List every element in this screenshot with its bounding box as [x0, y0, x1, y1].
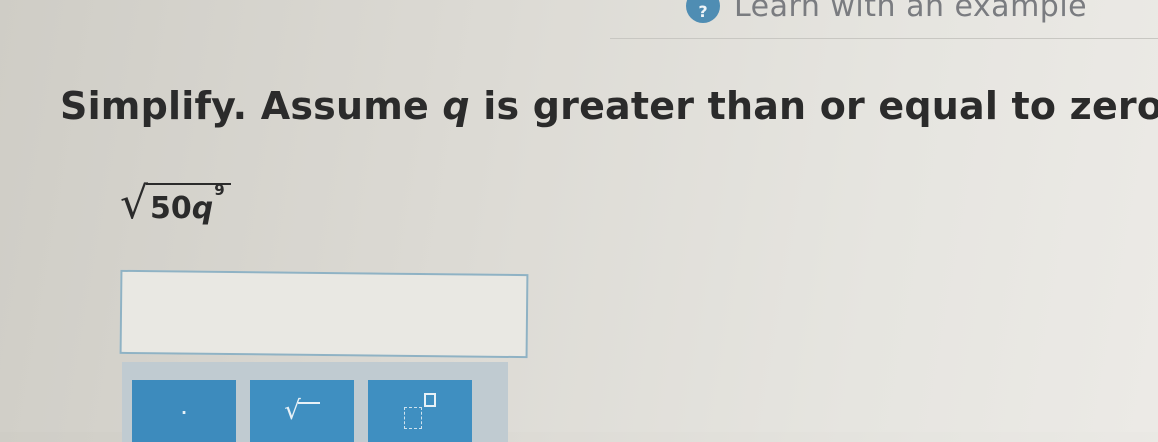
help-icon: ?: [686, 0, 720, 23]
radicand-coefficient: 50: [150, 191, 192, 226]
math-toolbar: · √: [122, 362, 508, 442]
radicand-exponent: 9: [214, 181, 225, 199]
radicand-base: q: [191, 191, 214, 226]
header-divider: [610, 38, 1158, 39]
multiply-dot-button[interactable]: ·: [132, 380, 236, 442]
radical-sign: √: [120, 178, 149, 229]
sqrt-icon: √: [284, 396, 320, 426]
exponent-icon: [398, 393, 442, 429]
prompt-variable: q: [442, 84, 470, 128]
radical-expression: √ 50 q 9: [120, 166, 231, 226]
learn-example-text: Learn with an example: [734, 0, 1088, 24]
answer-input[interactable]: [119, 269, 529, 359]
exponent-button[interactable]: [368, 380, 472, 442]
problem-prompt: Simplify. Assume q is greater than or eq…: [60, 84, 1158, 128]
prompt-text-before: Simplify. Assume: [60, 84, 443, 128]
radicand: 50 q 9: [146, 181, 231, 226]
prompt-text-after: is greater than or equal to zero.: [469, 84, 1158, 128]
learn-example-link[interactable]: ? Learn with an example: [686, 0, 1087, 26]
sqrt-button[interactable]: √: [250, 380, 354, 442]
